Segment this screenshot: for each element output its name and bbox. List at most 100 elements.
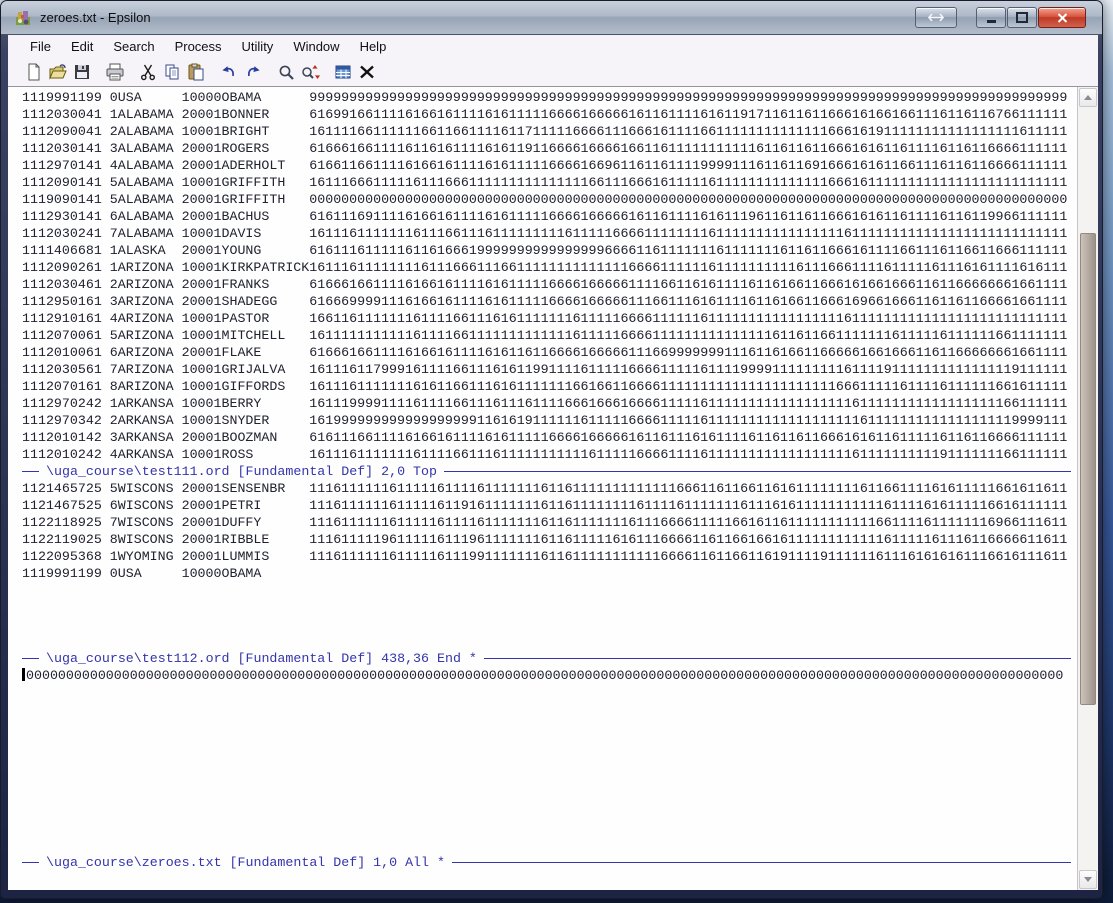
buffer-1-line: 1112010061 6ARIZONA 20001FLAKE 616661661…	[22, 345, 1068, 360]
text-cursor	[22, 668, 25, 681]
new-document-button[interactable]	[22, 60, 46, 84]
copy-icon	[165, 64, 179, 79]
epsilon-window: zeroes.txt - Epsilon File Edit Search Proce…	[0, 0, 1103, 899]
buffer-1-line: 1112030141 3ALABAMA 20001ROGERS 61666166…	[22, 141, 1068, 156]
delete-button[interactable]	[355, 60, 379, 84]
buffer-2-line: 1119991199 0USA 10000OBAMA	[22, 566, 262, 581]
search-icon	[279, 65, 294, 80]
menu-help[interactable]: Help	[350, 36, 397, 57]
app-icon	[15, 9, 33, 27]
vertical-scrollbar[interactable]	[1077, 87, 1098, 890]
print-icon	[106, 63, 124, 80]
menu-file[interactable]: File	[20, 36, 61, 57]
modeline-text: \uga_course\test111.ord [Fundamental Def…	[46, 464, 437, 479]
modeline-text: \uga_course\test112.ord [Fundamental Def…	[46, 651, 477, 666]
undo-icon	[222, 65, 234, 76]
buffer-1-line: 1119991199 0USA 10000OBAMA 9999999999999…	[22, 90, 1068, 105]
open-file-button[interactable]	[46, 60, 70, 84]
search-button[interactable]	[274, 60, 298, 84]
editor-text-area[interactable]: 1119991199 0USA 10000OBAMA 9999999999999…	[8, 87, 1077, 890]
minimize-button[interactable]	[976, 7, 1006, 28]
new-document-icon	[28, 63, 40, 80]
buffer-1-line: 1112010242 4ARKANSA 10001ROSS 1611161111…	[22, 447, 1068, 462]
app-body: File Edit Search Process Utility Window Help 1…	[8, 35, 1098, 890]
menu-window[interactable]: Window	[283, 36, 349, 57]
delete-icon	[360, 65, 374, 78]
buffer-1-line: 1112090261 1ARIZONA 10001KIRKPATRICK1611…	[22, 260, 1068, 275]
save-icon	[75, 64, 89, 79]
buffer-1-line: 1112950161 3ARIZONA 20001SHADEGG 6166699…	[22, 294, 1068, 309]
buffer-2-line: 1122119025 8WISCONS 20001RIBBLE 11161111…	[22, 532, 1068, 547]
modeline-dash	[22, 862, 39, 863]
buffer-2-line: 1121465725 5WISCONS 20001SENSENBR 111611…	[22, 481, 1068, 496]
buffer-1-line: 1119090141 5ALABAMA 20001GRIFFITH 000000…	[22, 192, 1068, 207]
modeline-text: \uga_course\zeroes.txt [Fundamental Def]…	[46, 855, 445, 870]
arrow-down-icon	[1084, 877, 1092, 882]
undo-button[interactable]	[217, 60, 241, 84]
arrow-up-icon	[1084, 95, 1092, 100]
mode-line: \uga_course\test112.ord [Fundamental Def…	[22, 650, 1077, 667]
modeline-dash	[22, 658, 39, 659]
paste-button[interactable]	[184, 60, 208, 84]
menu-bar: File Edit Search Process Utility Window Help	[8, 35, 1098, 57]
menu-edit[interactable]: Edit	[61, 36, 103, 57]
maximize-button[interactable]	[1007, 7, 1037, 28]
buffer-1-line: 1112030461 2ARIZONA 20001FRANKS 61666166…	[22, 277, 1068, 292]
buffer-2-line: 1122095368 1WYOMING 20001LUMMIS 11161111…	[22, 549, 1068, 564]
dialog-list-button[interactable]	[331, 60, 355, 84]
resize-toggle-button[interactable]	[915, 7, 957, 28]
buffer-1-line: 1112030041 1ALABAMA 20001BONNER 61699166…	[22, 107, 1068, 122]
buffer-3-line: 0000000000000000000000000000000000000000…	[22, 667, 1077, 684]
buffer-1-line: 1112070161 8ARIZONA 10001GIFFORDS 161116…	[22, 379, 1068, 394]
buffer-1-line: 1112030561 7ARIZONA 10001GRIJALVA 161116…	[22, 362, 1068, 377]
menu-search[interactable]: Search	[103, 36, 164, 57]
print-button[interactable]	[103, 60, 127, 84]
buffer-1-line: 1112970242 1ARKANSA 10001BERRY 161119999…	[22, 396, 1068, 411]
modeline-dash	[483, 658, 1071, 659]
buffer-1-line: 1112070061 5ARIZONA 10001MITCHELL 161111…	[22, 328, 1068, 343]
title-bar[interactable]: zeroes.txt - Epsilon	[1, 1, 1102, 35]
buffer-1-line: 1112090141 5ALABAMA 10001GRIFFITH 161116…	[22, 175, 1068, 190]
close-button[interactable]	[1038, 7, 1086, 28]
modeline-dash	[451, 862, 1071, 863]
open-file-icon	[49, 63, 67, 80]
cut-icon	[141, 64, 156, 80]
buffer-1-line: 1112090041 2ALABAMA 10001BRIGHT 16111166…	[22, 124, 1068, 139]
modeline-dash	[444, 471, 1071, 472]
redo-button[interactable]	[241, 60, 265, 84]
menu-process[interactable]: Process	[165, 36, 232, 57]
redo-icon	[248, 65, 260, 76]
scroll-up-button[interactable]	[1079, 88, 1097, 107]
cut-button[interactable]	[136, 60, 160, 84]
buffer-1-line: 1112970342 2ARKANSA 10001SNYDER 16199999…	[22, 413, 1068, 428]
toolbar	[8, 57, 1098, 87]
scrollbar-thumb[interactable]	[1080, 233, 1096, 705]
save-button[interactable]	[70, 60, 94, 84]
query-replace-button[interactable]	[298, 60, 322, 84]
query-replace-icon	[302, 64, 320, 79]
dialog-list-icon	[335, 65, 351, 78]
buffer-1-line: 1112910161 4ARIZONA 10001PASTOR 16611611…	[22, 311, 1068, 326]
buffer-1-line: 1112970141 4ALABAMA 20001ADERHOLT 616611…	[22, 158, 1068, 173]
maximize-icon	[1016, 12, 1028, 23]
buffer-1-line: 1112030241 7ALABAMA 10001DAVIS 161116111…	[22, 226, 1068, 241]
buffer-2-line: 1122118925 7WISCONS 20001DUFFY 111611111…	[22, 515, 1068, 530]
scroll-down-button[interactable]	[1079, 870, 1097, 889]
minimize-icon	[986, 19, 996, 23]
menu-utility[interactable]: Utility	[232, 36, 284, 57]
mode-line: \uga_course\zeroes.txt [Fundamental Def]…	[22, 854, 1077, 871]
copy-button[interactable]	[160, 60, 184, 84]
close-icon	[1057, 12, 1067, 23]
